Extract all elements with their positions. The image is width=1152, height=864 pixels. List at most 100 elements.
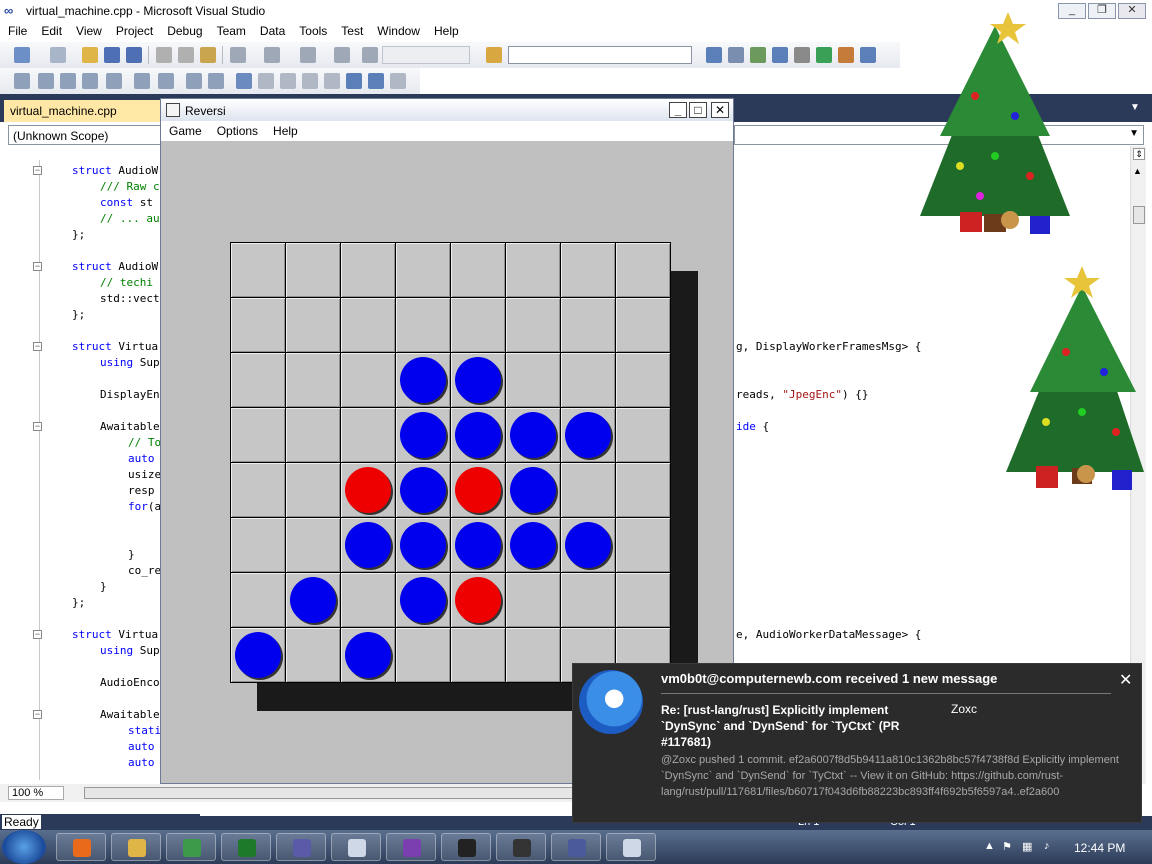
- menu-tools[interactable]: Tools: [291, 22, 333, 38]
- zoom-combo[interactable]: 100 %: [8, 786, 64, 800]
- board-cell[interactable]: [231, 573, 286, 628]
- board-cell[interactable]: [396, 243, 451, 298]
- taskbar-clock[interactable]: 12:44 PM: [1074, 841, 1125, 855]
- reversi-menu-help[interactable]: Help: [265, 121, 305, 138]
- taskbar-button[interactable]: [221, 833, 271, 861]
- outdent-icon[interactable]: [106, 73, 122, 89]
- menu-help[interactable]: Help: [426, 22, 465, 38]
- board-cell[interactable]: [561, 298, 616, 353]
- indent-icon[interactable]: [134, 73, 150, 89]
- add-item-icon[interactable]: [50, 47, 66, 63]
- clear-bookmarks-icon[interactable]: [390, 73, 406, 89]
- taskbar-button[interactable]: [276, 833, 326, 861]
- board-cell[interactable]: [286, 628, 341, 683]
- menu-project[interactable]: Project: [108, 22, 159, 38]
- reversi-close-button[interactable]: ✕: [711, 102, 729, 118]
- toolbox-icon[interactable]: [772, 47, 788, 63]
- board-cell[interactable]: [616, 298, 671, 353]
- menu-view[interactable]: View: [68, 22, 108, 38]
- copy-icon[interactable]: [178, 47, 194, 63]
- board-cell[interactable]: [396, 628, 451, 683]
- board-cell[interactable]: [616, 518, 671, 573]
- menu-window[interactable]: Window: [369, 22, 426, 38]
- board-cell[interactable]: [616, 573, 671, 628]
- board-cell[interactable]: [396, 518, 451, 573]
- taskbar-button[interactable]: [111, 833, 161, 861]
- parameter-info-icon[interactable]: [38, 73, 54, 89]
- board-cell[interactable]: [506, 298, 561, 353]
- scroll-thumb[interactable]: [1133, 206, 1145, 224]
- board-cell[interactable]: [506, 353, 561, 408]
- find-in-files-icon[interactable]: [486, 47, 502, 63]
- prev-bookmark-doc-icon[interactable]: [346, 73, 362, 89]
- board-cell[interactable]: [231, 243, 286, 298]
- board-cell[interactable]: [616, 463, 671, 518]
- bookmark-icon[interactable]: [236, 73, 252, 89]
- board-cell[interactable]: [451, 518, 506, 573]
- navigate-back-icon[interactable]: [300, 47, 316, 63]
- board-cell[interactable]: [561, 353, 616, 408]
- solution-explorer-icon[interactable]: [706, 47, 722, 63]
- taskbar-button[interactable]: [56, 833, 106, 861]
- paste-icon[interactable]: [200, 47, 216, 63]
- board-cell[interactable]: [451, 298, 506, 353]
- member-list-icon[interactable]: [14, 73, 30, 89]
- board-cell[interactable]: [451, 353, 506, 408]
- taskbar-button[interactable]: [441, 833, 491, 861]
- save-all-icon[interactable]: [126, 47, 142, 63]
- board-cell[interactable]: [506, 628, 561, 683]
- board-cell[interactable]: [341, 408, 396, 463]
- board-cell[interactable]: [506, 243, 561, 298]
- comment-icon[interactable]: [158, 73, 174, 89]
- menu-edit[interactable]: Edit: [33, 22, 68, 38]
- board-cell[interactable]: [341, 573, 396, 628]
- cut-icon[interactable]: [156, 47, 172, 63]
- board-cell[interactable]: [506, 573, 561, 628]
- board-cell[interactable]: [506, 518, 561, 573]
- object-browser-icon[interactable]: [750, 47, 766, 63]
- format-icon[interactable]: [208, 73, 224, 89]
- tray-expand-icon[interactable]: ▲: [984, 840, 998, 854]
- tab-dropdown-icon[interactable]: ▼: [1130, 102, 1140, 113]
- taskbar-button[interactable]: [166, 833, 216, 861]
- board-cell[interactable]: [231, 353, 286, 408]
- solution-config-dropdown[interactable]: [382, 46, 470, 64]
- board-cell[interactable]: [616, 353, 671, 408]
- board-cell[interactable]: [561, 408, 616, 463]
- collapse-icon[interactable]: −: [33, 710, 42, 719]
- redo-icon[interactable]: [264, 47, 280, 63]
- board-cell[interactable]: [341, 463, 396, 518]
- board-cell[interactable]: [451, 243, 506, 298]
- board-cell[interactable]: [231, 298, 286, 353]
- menu-team[interactable]: Team: [209, 22, 252, 38]
- tab-virtual-machine[interactable]: virtual_machine.cpp: [4, 100, 160, 122]
- close-button[interactable]: ✕: [1118, 3, 1146, 19]
- board-cell[interactable]: [506, 463, 561, 518]
- taskbar-button[interactable]: [331, 833, 381, 861]
- board-cell[interactable]: [231, 518, 286, 573]
- taskbar-button[interactable]: [386, 833, 436, 861]
- undo-icon[interactable]: [230, 47, 246, 63]
- board-cell[interactable]: [451, 573, 506, 628]
- board-cell[interactable]: [451, 463, 506, 518]
- board-cell[interactable]: [561, 463, 616, 518]
- board-cell[interactable]: [561, 243, 616, 298]
- action-center-icon[interactable]: ⚑: [1002, 840, 1016, 854]
- properties-icon[interactable]: [728, 47, 744, 63]
- reversi-board[interactable]: [230, 242, 671, 683]
- notification-close-button[interactable]: ✕: [1119, 670, 1132, 690]
- start-debugging-icon[interactable]: [362, 47, 378, 63]
- save-icon[interactable]: [104, 47, 120, 63]
- collapse-icon[interactable]: −: [33, 342, 42, 351]
- start-button[interactable]: [2, 830, 46, 864]
- taskbar-button[interactable]: [551, 833, 601, 861]
- split-icon[interactable]: ⇕: [1133, 148, 1145, 160]
- menu-data[interactable]: Data: [252, 22, 291, 38]
- board-cell[interactable]: [561, 518, 616, 573]
- open-icon[interactable]: [82, 47, 98, 63]
- reversi-minimize-button[interactable]: _: [669, 102, 687, 118]
- board-cell[interactable]: [286, 463, 341, 518]
- next-bookmark-folder-icon[interactable]: [324, 73, 340, 89]
- prev-bookmark-icon[interactable]: [258, 73, 274, 89]
- board-cell[interactable]: [616, 408, 671, 463]
